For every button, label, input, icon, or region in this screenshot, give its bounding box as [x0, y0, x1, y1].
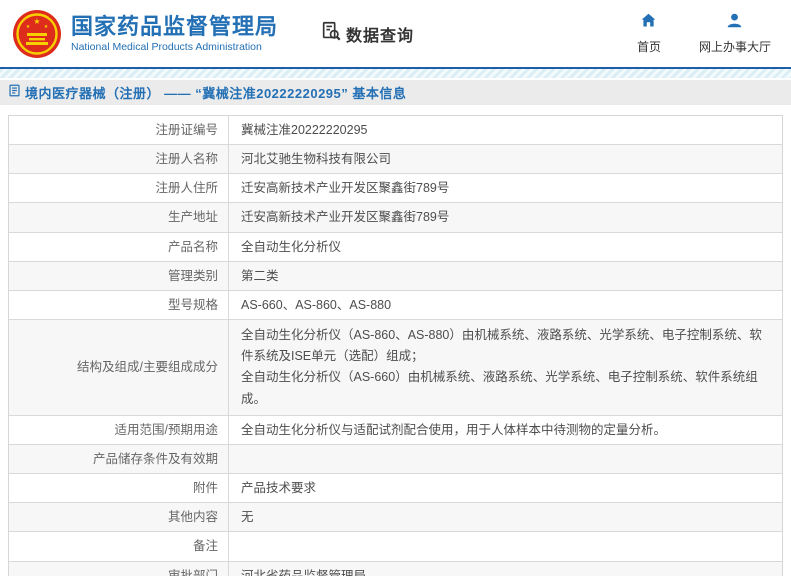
table-row: 管理类别 第二类 — [9, 261, 782, 291]
data-query-section[interactable]: 数据查询 — [320, 20, 414, 47]
table-row: 注册人名称 河北艾驰生物科技有限公司 — [9, 145, 782, 175]
row-label: 其他内容 — [9, 503, 229, 532]
row-label: 管理类别 — [9, 261, 229, 290]
row-value: 全自动生化分析仪（AS-860、AS-880）由机械系统、液路系统、光学系统、电… — [241, 327, 762, 406]
nav-home-label: 首页 — [636, 40, 661, 54]
row-value: 全自动生化分析仪与适配试剂配合使用，用于人体样本中待测物的定量分析。 — [241, 422, 667, 437]
row-label: 生产地址 — [9, 203, 229, 232]
row-label: 注册证编号 — [9, 116, 229, 145]
row-label: 审批部门 — [9, 561, 229, 576]
table-row: 注册人住所 迁安高新技术产业开发区聚鑫街789号 — [9, 174, 782, 204]
row-value: 迁安高新技术产业开发区聚鑫街789号 — [241, 181, 450, 196]
breadcrumb-bar: 境内医疗器械（注册） —— “冀械注准20222220295” 基本信息 — [0, 80, 791, 105]
data-query-icon — [320, 20, 342, 47]
data-query-label: 数据查询 — [346, 27, 415, 45]
row-value: 迁安高新技术产业开发区聚鑫街789号 — [241, 210, 450, 225]
home-icon — [640, 12, 657, 34]
decorative-hatch-band — [0, 69, 791, 78]
table-row: 生产地址 迁安高新技术产业开发区聚鑫街789号 — [9, 203, 782, 233]
row-value: 冀械注准20222220295 — [241, 123, 368, 137]
row-value: 全自动生化分析仪 — [241, 239, 342, 254]
row-value: 无 — [241, 510, 254, 525]
table-row: 产品储存条件及有效期 — [9, 445, 782, 475]
row-value: 河北艾驰生物科技有限公司 — [241, 152, 392, 167]
row-value — [229, 445, 782, 473]
row-value: 河北省药品监督管理局 — [241, 568, 367, 576]
site-title-cn: 国家药品监督管理局 — [71, 13, 279, 39]
row-label: 适用范围/预期用途 — [9, 415, 229, 444]
table-row: 结构及组成/主要组成成分 全自动生化分析仪（AS-860、AS-880）由机械系统… — [9, 319, 782, 416]
table-row: 注册证编号 冀械注准20222220295 — [9, 116, 782, 146]
svg-text:★: ★ — [26, 24, 31, 30]
row-value — [229, 532, 782, 560]
row-value: 产品技术要求 — [241, 481, 317, 496]
page-title: 境内医疗器械（注册） —— “冀械注准20222220295” 基本信息 — [25, 86, 407, 101]
registration-info-table: 注册证编号 冀械注准20222220295 注册人名称 河北艾驰生物科技有限公司 注… — [8, 115, 783, 576]
row-value: AS-660、AS-860、AS-880 — [241, 297, 392, 312]
table-row: 其他内容无 — [9, 503, 782, 533]
row-label: 产品储存条件及有效期 — [9, 445, 229, 474]
row-label: 注册人住所 — [9, 174, 229, 203]
document-icon — [8, 84, 21, 102]
nav-home[interactable]: 首页 — [637, 12, 661, 55]
nav-service-hall-label: 网上办事大厅 — [698, 40, 771, 54]
row-label: 备注 — [9, 532, 229, 561]
site-title-en: National Medical Products Administration — [71, 41, 262, 54]
row-label: 注册人名称 — [9, 145, 229, 174]
nav-service-hall[interactable]: 网上办事大厅 — [699, 12, 771, 55]
row-label: 结构及组成/主要组成成分 — [9, 319, 229, 415]
row-label: 附件 — [9, 474, 229, 503]
row-value: 第二类 — [241, 268, 279, 283]
svg-text:★: ★ — [44, 24, 49, 30]
table-row: 备注 — [9, 532, 782, 562]
top-nav: 首页 网上办事大厅 — [637, 12, 771, 55]
person-icon — [726, 12, 743, 34]
svg-text:★: ★ — [33, 17, 40, 26]
table-row: 型号规格 AS-660、AS-860、AS-880 — [9, 290, 782, 320]
national-emblem-logo: ★ ★ ★ — [12, 9, 62, 59]
brand-titles: 国家药品监督管理局 National Medical Products Admi… — [71, 14, 278, 53]
row-label: 产品名称 — [9, 232, 229, 261]
table-row: 产品名称 全自动生化分析仪 — [9, 232, 782, 262]
table-row: 审批部门 河北省药品监督管理局 — [9, 561, 782, 576]
table-row: 适用范围/预期用途 全自动生化分析仪与适配试剂配合使用，用于人体样本中待测物的定量… — [9, 415, 782, 445]
header: ★ ★ ★ 国家药品监督管理局 National Medical Product… — [0, 0, 791, 67]
row-label: 型号规格 — [9, 290, 229, 319]
table-row: 附件 产品技术要求 — [9, 474, 782, 504]
